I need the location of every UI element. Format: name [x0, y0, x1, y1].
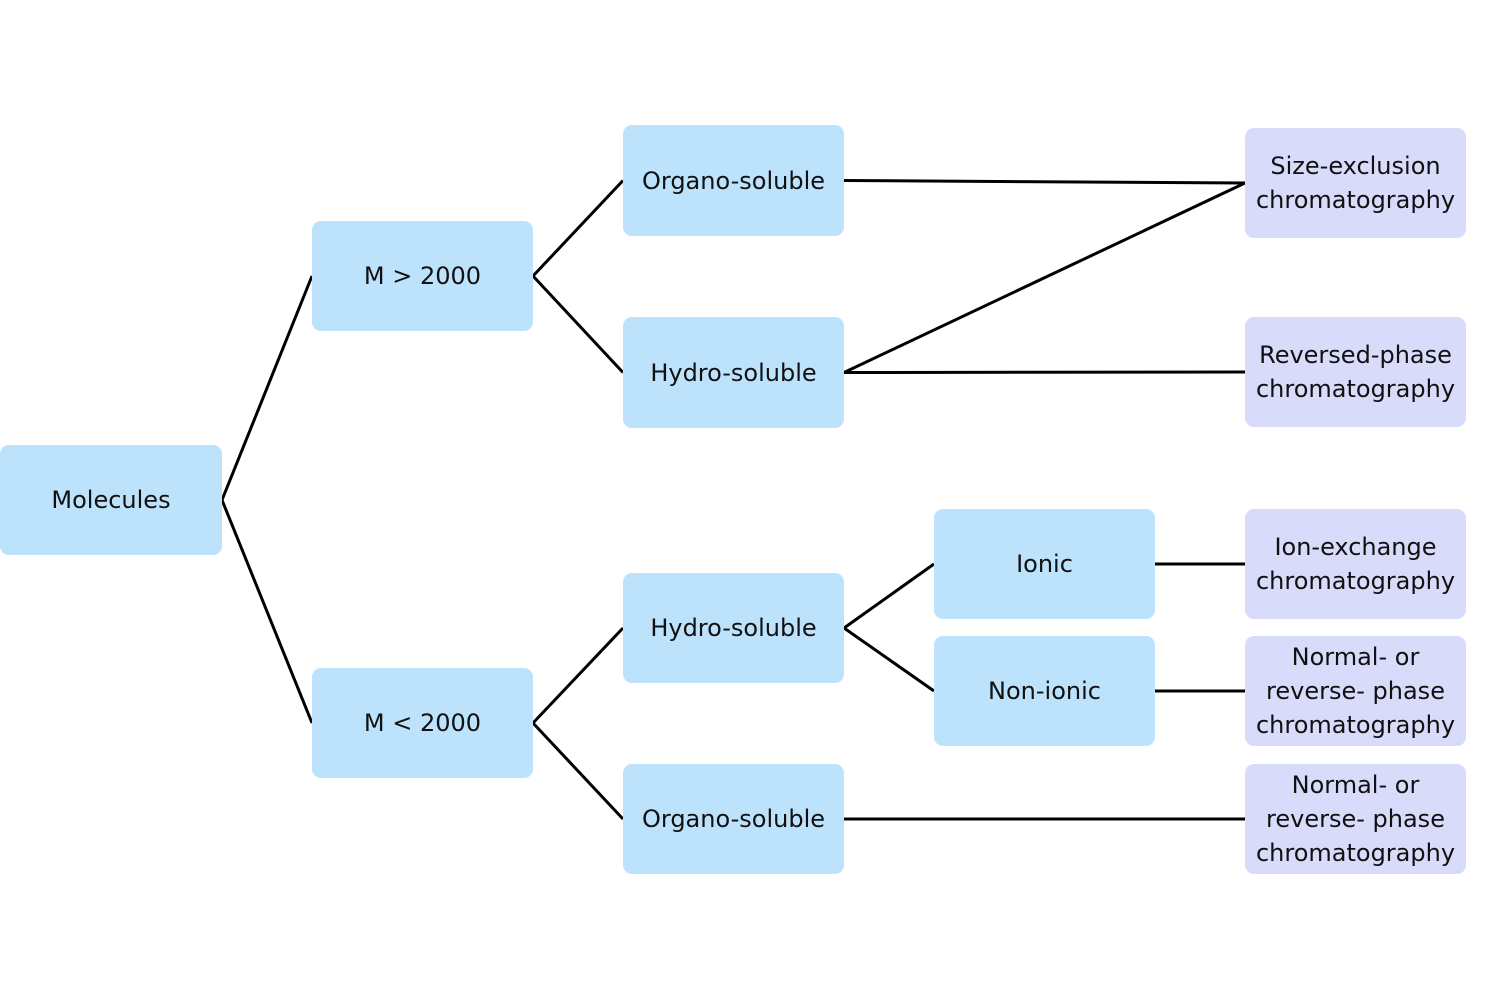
edge-hydro_bottom-to-non_ionic: [843, 626, 935, 693]
edge-m_gt-to-hydro_top: [531, 274, 625, 374]
edge-organo_top-to-sec: [843, 179, 1246, 185]
edge-hydro_top-to-rp: [843, 370, 1246, 374]
node-m-greater-2000: M > 2000: [312, 221, 533, 331]
node-non-ionic: Non-ionic: [934, 636, 1155, 746]
edge-m_gt-to-organo_top: [531, 179, 625, 278]
edge-hydro_bottom-to-ionic: [843, 562, 935, 630]
node-reversed-phase: Reversed-phase chromatography: [1245, 317, 1466, 427]
edge-m_lt-to-hydro_bottom: [531, 626, 625, 725]
edge-m_lt-to-organo_bottom: [531, 721, 625, 821]
node-molecules: Molecules: [0, 445, 222, 555]
node-m-less-2000: M < 2000: [312, 668, 533, 778]
node-ionic: Ionic: [934, 509, 1155, 619]
node-size-exclusion: Size-exclusion chromatography: [1245, 128, 1466, 238]
node-hydro-soluble-bottom: Hydro-soluble: [623, 573, 844, 683]
node-ion-exchange: Ion-exchange chromatography: [1245, 509, 1466, 619]
diagram-canvas: Molecules M > 2000 M < 2000 Organo-solub…: [0, 0, 1486, 1000]
node-organo-soluble-top: Organo-soluble: [623, 125, 844, 236]
node-normal-reverse-phase-2: Normal- or reverse- phase chromatography: [1245, 764, 1466, 874]
node-normal-reverse-phase-1: Normal- or reverse- phase chromatography: [1245, 636, 1466, 746]
edge-hydro_top-to-sec: [843, 181, 1246, 374]
edge-molecules-to-m_gt: [220, 275, 314, 501]
edge-molecules-to-m_lt: [220, 499, 314, 724]
node-hydro-soluble-top: Hydro-soluble: [623, 317, 844, 428]
node-organo-soluble-bottom: Organo-soluble: [623, 764, 844, 874]
